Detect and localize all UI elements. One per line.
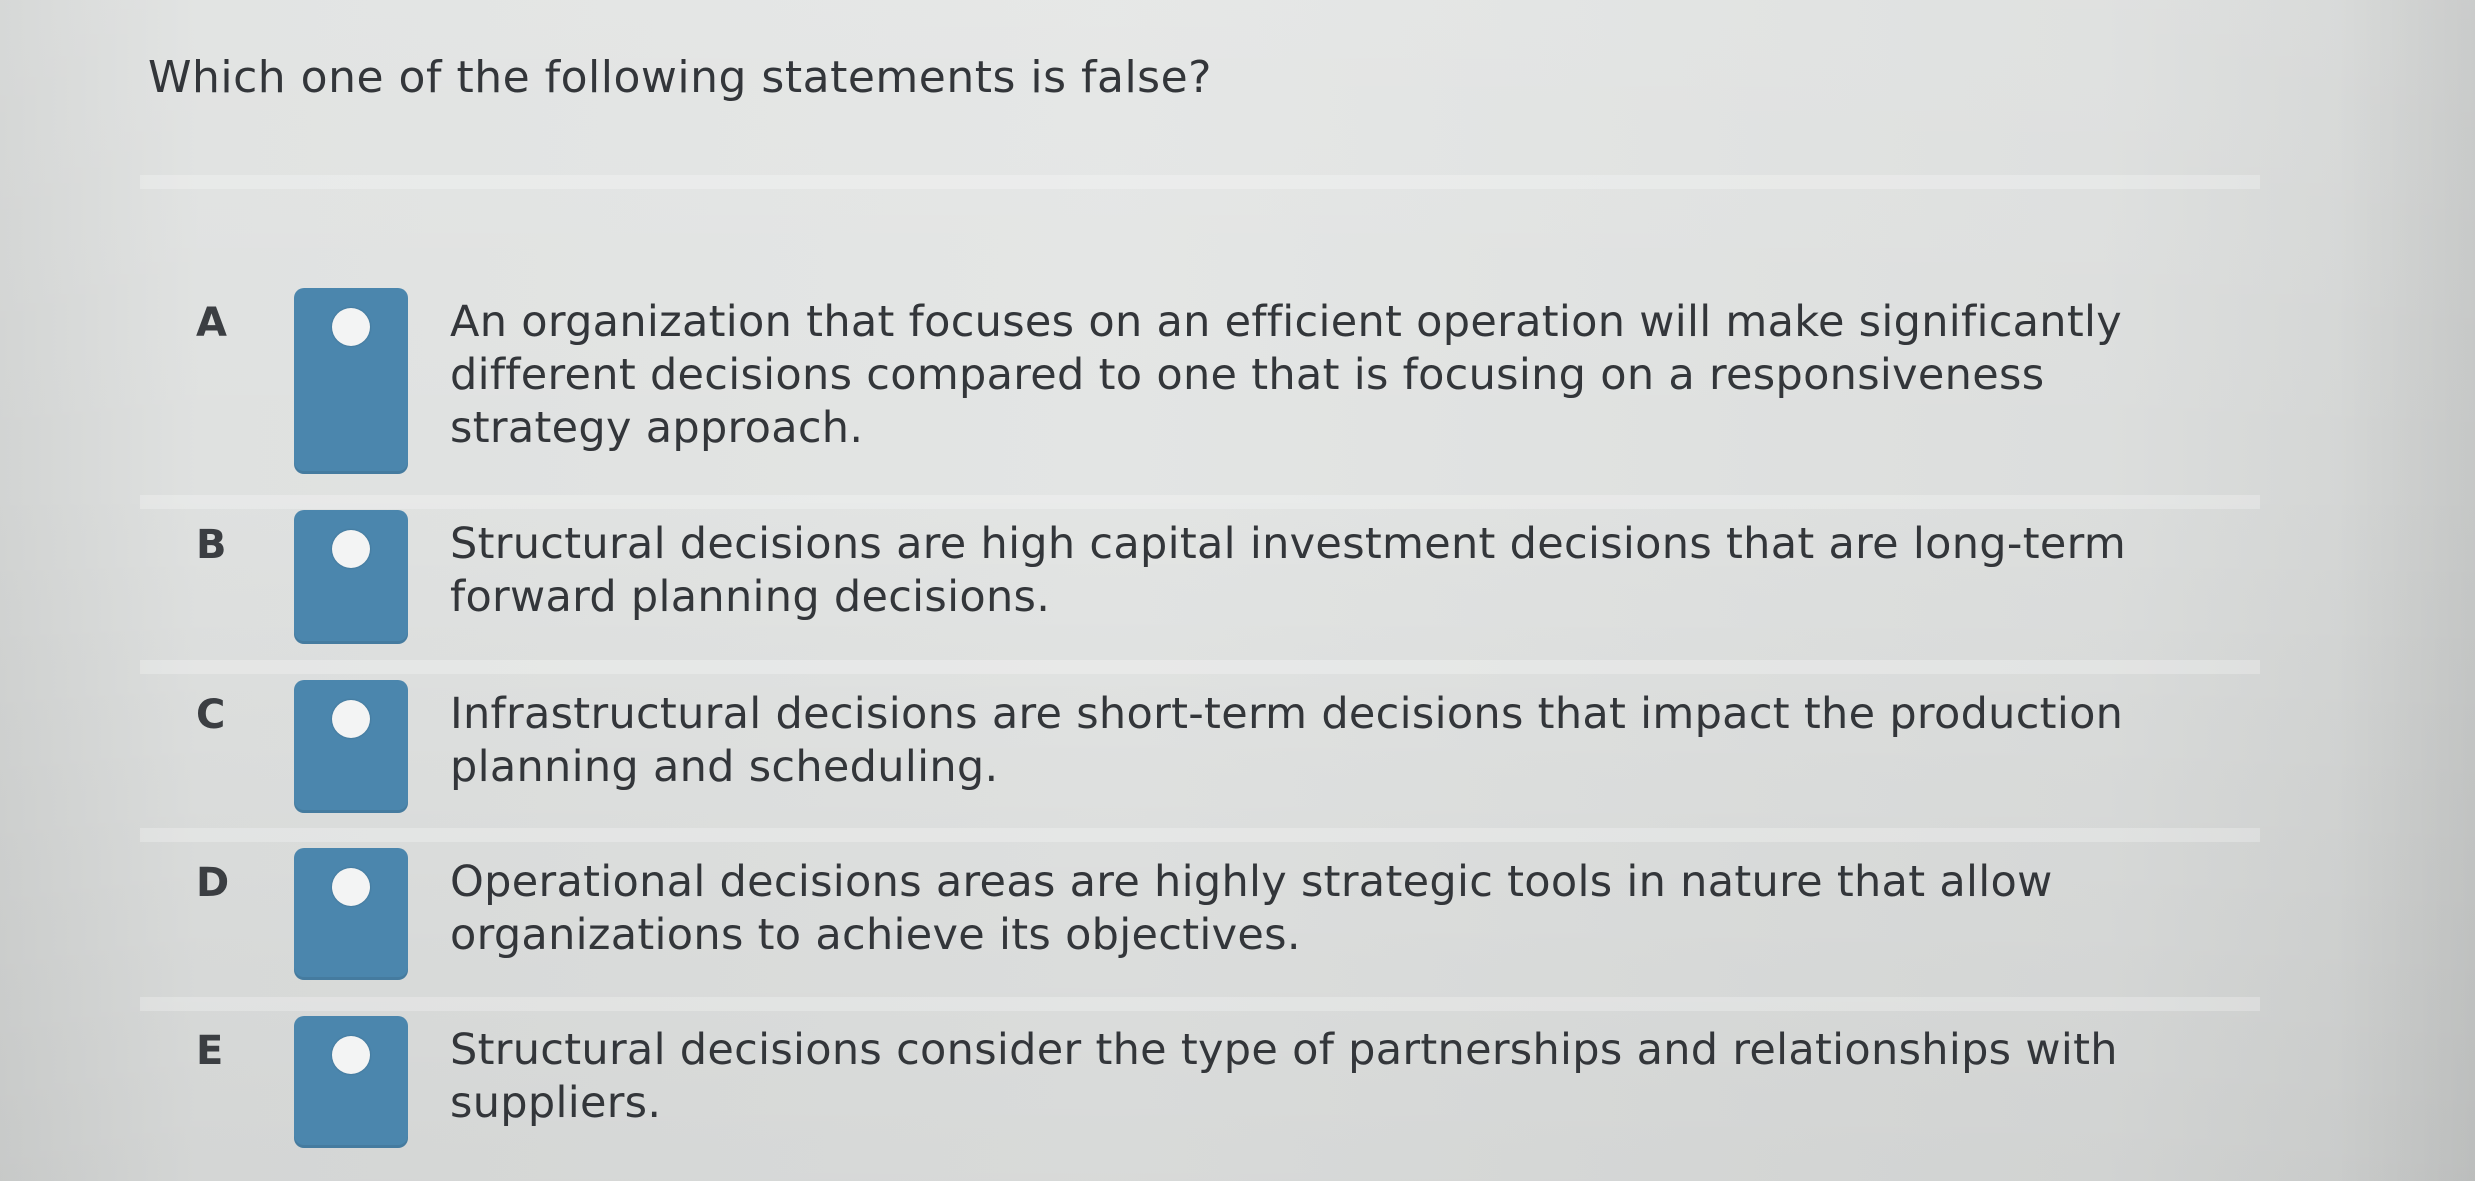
divider (140, 828, 2260, 842)
radio-button-b[interactable] (294, 510, 408, 644)
radio-circle-icon (332, 700, 370, 738)
question-text: Which one of the following statements is… (148, 52, 1213, 103)
option-letter: B (196, 522, 227, 568)
divider (140, 495, 2260, 509)
radio-circle-icon (332, 1036, 370, 1074)
option-text: Operational decisions areas are highly s… (450, 857, 2053, 960)
radio-button-c[interactable] (294, 680, 408, 813)
option-text: Infrastructural decisions are short-term… (450, 689, 2124, 792)
radio-circle-icon (332, 308, 370, 346)
option-text: An organization that focuses on an effic… (450, 297, 2122, 453)
option-letter: D (196, 860, 230, 906)
answer-option-d[interactable]: D Operational decisions areas are highly… (0, 848, 2475, 983)
radio-circle-icon (332, 530, 370, 568)
option-letter: C (196, 692, 226, 738)
divider (140, 660, 2260, 674)
option-text: Structural decisions are high capital in… (450, 519, 2127, 622)
option-letter: A (196, 300, 227, 346)
answer-option-e[interactable]: E Structural decisions consider the type… (0, 1016, 2475, 1151)
option-text: Structural decisions consider the type o… (450, 1025, 2118, 1128)
radio-button-a[interactable] (294, 288, 408, 474)
divider (140, 997, 2260, 1011)
answer-option-a[interactable]: A An organization that focuses on an eff… (0, 288, 2475, 478)
option-letter: E (196, 1028, 224, 1074)
answer-option-c[interactable]: C Infrastructural decisions are short-te… (0, 680, 2475, 815)
radio-button-e[interactable] (294, 1016, 408, 1148)
radio-button-d[interactable] (294, 848, 408, 980)
radio-circle-icon (332, 868, 370, 906)
answer-option-b[interactable]: B Structural decisions are high capital … (0, 510, 2475, 650)
divider (140, 175, 2260, 189)
